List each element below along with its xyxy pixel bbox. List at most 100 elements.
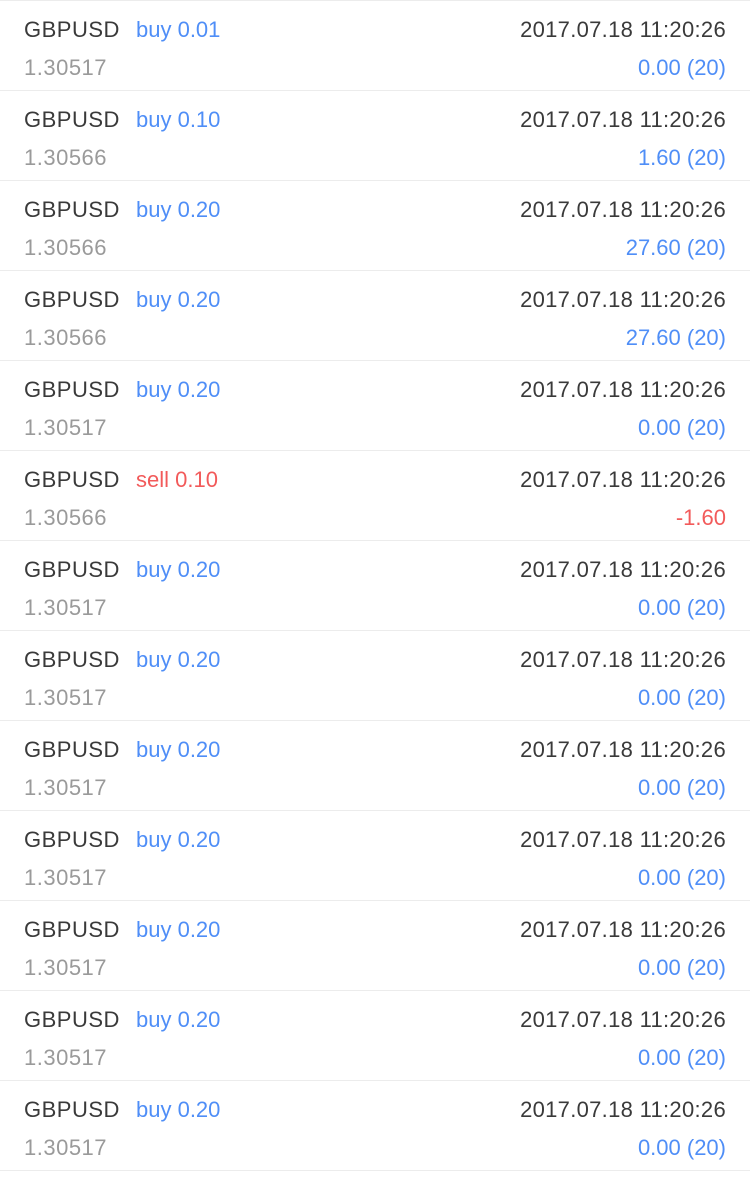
order-symbol: GBPUSD <box>24 917 120 942</box>
order-row[interactable]: GBPUSD buy 0.20 2017.07.18 11:20:26 1.30… <box>0 541 750 631</box>
order-time: 2017.07.18 11:20:26 <box>520 557 726 582</box>
order-price: 1.30517 <box>24 595 108 620</box>
order-time: 2017.07.18 11:20:26 <box>520 467 726 492</box>
order-symbol: GBPUSD <box>24 827 120 852</box>
order-row[interactable]: GBPUSD buy 0.01 2017.07.18 11:20:26 1.30… <box>0 1 750 91</box>
order-row-left: GBPUSD buy 0.10 <box>24 107 220 133</box>
order-symbol: GBPUSD <box>24 17 120 42</box>
order-row-left: GBPUSD buy 0.20 <box>24 197 220 223</box>
order-profit: 0.00 (20) <box>637 685 726 710</box>
order-row-bottom: 1.30517 0.00 (20) <box>24 593 726 623</box>
order-row[interactable]: GBPUSD buy 0.20 2017.07.18 11:20:26 1.30… <box>0 631 750 721</box>
order-trade: buy 0.20 <box>136 647 221 672</box>
order-row-left: GBPUSD buy 0.20 <box>24 287 220 313</box>
order-row-bottom: 1.30517 0.00 (20) <box>24 773 726 803</box>
order-price: 1.30517 <box>24 415 108 440</box>
order-row-top: GBPUSD buy 0.20 2017.07.18 11:20:26 <box>24 915 726 945</box>
order-profit: 0.00 (20) <box>637 865 726 890</box>
order-time: 2017.07.18 11:20:26 <box>520 17 726 42</box>
order-time: 2017.07.18 11:20:26 <box>520 107 726 132</box>
order-row-top: GBPUSD buy 0.10 2017.07.18 11:20:26 <box>24 105 726 135</box>
order-price: 1.30566 <box>24 145 108 170</box>
order-row[interactable]: GBPUSD buy 0.20 2017.07.18 11:20:26 1.30… <box>0 811 750 901</box>
order-row[interactable]: GBPUSD buy 0.20 2017.07.18 11:20:26 1.30… <box>0 361 750 451</box>
order-trade: buy 0.20 <box>136 287 221 312</box>
order-price: 1.30566 <box>24 235 108 260</box>
order-row-top: GBPUSD buy 0.20 2017.07.18 11:20:26 <box>24 1005 726 1035</box>
order-symbol: GBPUSD <box>24 377 120 402</box>
order-profit: 1.60 (20) <box>637 145 726 170</box>
order-row-left: GBPUSD buy 0.20 <box>24 1007 220 1033</box>
order-row-bottom: 1.30517 0.00 (20) <box>24 53 726 83</box>
order-row-top: GBPUSD buy 0.20 2017.07.18 11:20:26 <box>24 735 726 765</box>
order-symbol: GBPUSD <box>24 287 120 312</box>
order-time: 2017.07.18 11:20:26 <box>520 737 726 762</box>
order-row-left: GBPUSD buy 0.20 <box>24 647 220 673</box>
order-time: 2017.07.18 11:20:26 <box>520 647 726 672</box>
order-time: 2017.07.18 11:20:26 <box>520 917 726 942</box>
order-row-bottom: 1.30566 -1.60 <box>24 503 726 533</box>
order-row[interactable]: GBPUSD buy 0.20 2017.07.18 11:20:26 1.30… <box>0 181 750 271</box>
order-trade: buy 0.10 <box>136 107 221 132</box>
order-row-left: GBPUSD buy 0.20 <box>24 917 220 943</box>
order-profit: 27.60 (20) <box>625 235 726 260</box>
order-row-left: GBPUSD buy 0.20 <box>24 1097 220 1123</box>
order-row-top: GBPUSD buy 0.20 2017.07.18 11:20:26 <box>24 375 726 405</box>
order-trade: buy 0.01 <box>136 17 221 42</box>
order-row[interactable]: GBPUSD buy 0.20 2017.07.18 11:20:26 1.30… <box>0 271 750 361</box>
order-row[interactable]: GBPUSD buy 0.20 2017.07.18 11:20:26 1.30… <box>0 1081 750 1171</box>
order-row-top: GBPUSD buy 0.20 2017.07.18 11:20:26 <box>24 1095 726 1125</box>
order-symbol: GBPUSD <box>24 737 120 762</box>
order-time: 2017.07.18 11:20:26 <box>520 1097 726 1122</box>
order-row-left: GBPUSD buy 0.20 <box>24 737 220 763</box>
order-row[interactable]: GBPUSD buy 0.10 2017.07.18 11:20:26 1.30… <box>0 91 750 181</box>
order-trade: buy 0.20 <box>136 737 221 762</box>
order-trade: buy 0.20 <box>136 377 221 402</box>
order-trade: sell 0.10 <box>136 467 218 492</box>
order-row[interactable]: GBPUSD buy 0.20 2017.07.18 11:20:26 1.30… <box>0 901 750 991</box>
order-row-bottom: 1.30517 0.00 (20) <box>24 1043 726 1073</box>
order-row-bottom: 1.30517 0.00 (20) <box>24 413 726 443</box>
order-price: 1.30517 <box>24 865 108 890</box>
order-row[interactable]: GBPUSD sell 0.10 2017.07.18 11:20:26 1.3… <box>0 451 750 541</box>
order-row-left: GBPUSD buy 0.01 <box>24 17 220 43</box>
order-symbol: GBPUSD <box>24 107 120 132</box>
order-price: 1.30517 <box>24 955 108 980</box>
order-profit: 0.00 (20) <box>637 1045 726 1070</box>
order-symbol: GBPUSD <box>24 557 120 582</box>
order-time: 2017.07.18 11:20:26 <box>520 377 726 402</box>
order-price: 1.30566 <box>24 325 108 350</box>
order-row[interactable]: GBPUSD buy 0.20 2017.07.18 11:20:26 1.30… <box>0 721 750 811</box>
order-row-top: GBPUSD buy 0.20 2017.07.18 11:20:26 <box>24 645 726 675</box>
order-symbol: GBPUSD <box>24 1007 120 1032</box>
order-row-bottom: 1.30517 0.00 (20) <box>24 953 726 983</box>
order-time: 2017.07.18 11:20:26 <box>520 287 726 312</box>
order-symbol: GBPUSD <box>24 197 120 222</box>
order-symbol: GBPUSD <box>24 1097 120 1122</box>
order-time: 2017.07.18 11:20:26 <box>520 1007 726 1032</box>
order-row-left: GBPUSD buy 0.20 <box>24 377 220 403</box>
order-row-top: GBPUSD buy 0.20 2017.07.18 11:20:26 <box>24 555 726 585</box>
order-trade: buy 0.20 <box>136 1097 221 1122</box>
order-time: 2017.07.18 11:20:26 <box>520 197 726 222</box>
order-trade: buy 0.20 <box>136 197 221 222</box>
order-trade: buy 0.20 <box>136 1007 221 1032</box>
order-row-bottom: 1.30517 0.00 (20) <box>24 863 726 893</box>
order-row-top: GBPUSD buy 0.20 2017.07.18 11:20:26 <box>24 825 726 855</box>
order-row-left: GBPUSD buy 0.20 <box>24 827 220 853</box>
order-time: 2017.07.18 11:20:26 <box>520 827 726 852</box>
order-trade: buy 0.20 <box>136 557 221 582</box>
order-row-left: GBPUSD buy 0.20 <box>24 557 220 583</box>
order-row-bottom: 1.30517 0.00 (20) <box>24 683 726 713</box>
order-row-bottom: 1.30566 1.60 (20) <box>24 143 726 173</box>
order-row-bottom: 1.30566 27.60 (20) <box>24 323 726 353</box>
order-profit: -1.60 <box>675 505 726 530</box>
order-trade: buy 0.20 <box>136 827 221 852</box>
order-price: 1.30517 <box>24 1045 108 1070</box>
order-profit: 0.00 (20) <box>637 775 726 800</box>
order-price: 1.30517 <box>24 55 108 80</box>
order-row-bottom: 1.30517 0.00 (20) <box>24 1133 726 1163</box>
order-profit: 0.00 (20) <box>637 55 726 80</box>
order-row-top: GBPUSD buy 0.20 2017.07.18 11:20:26 <box>24 285 726 315</box>
order-row[interactable]: GBPUSD buy 0.20 2017.07.18 11:20:26 1.30… <box>0 991 750 1081</box>
